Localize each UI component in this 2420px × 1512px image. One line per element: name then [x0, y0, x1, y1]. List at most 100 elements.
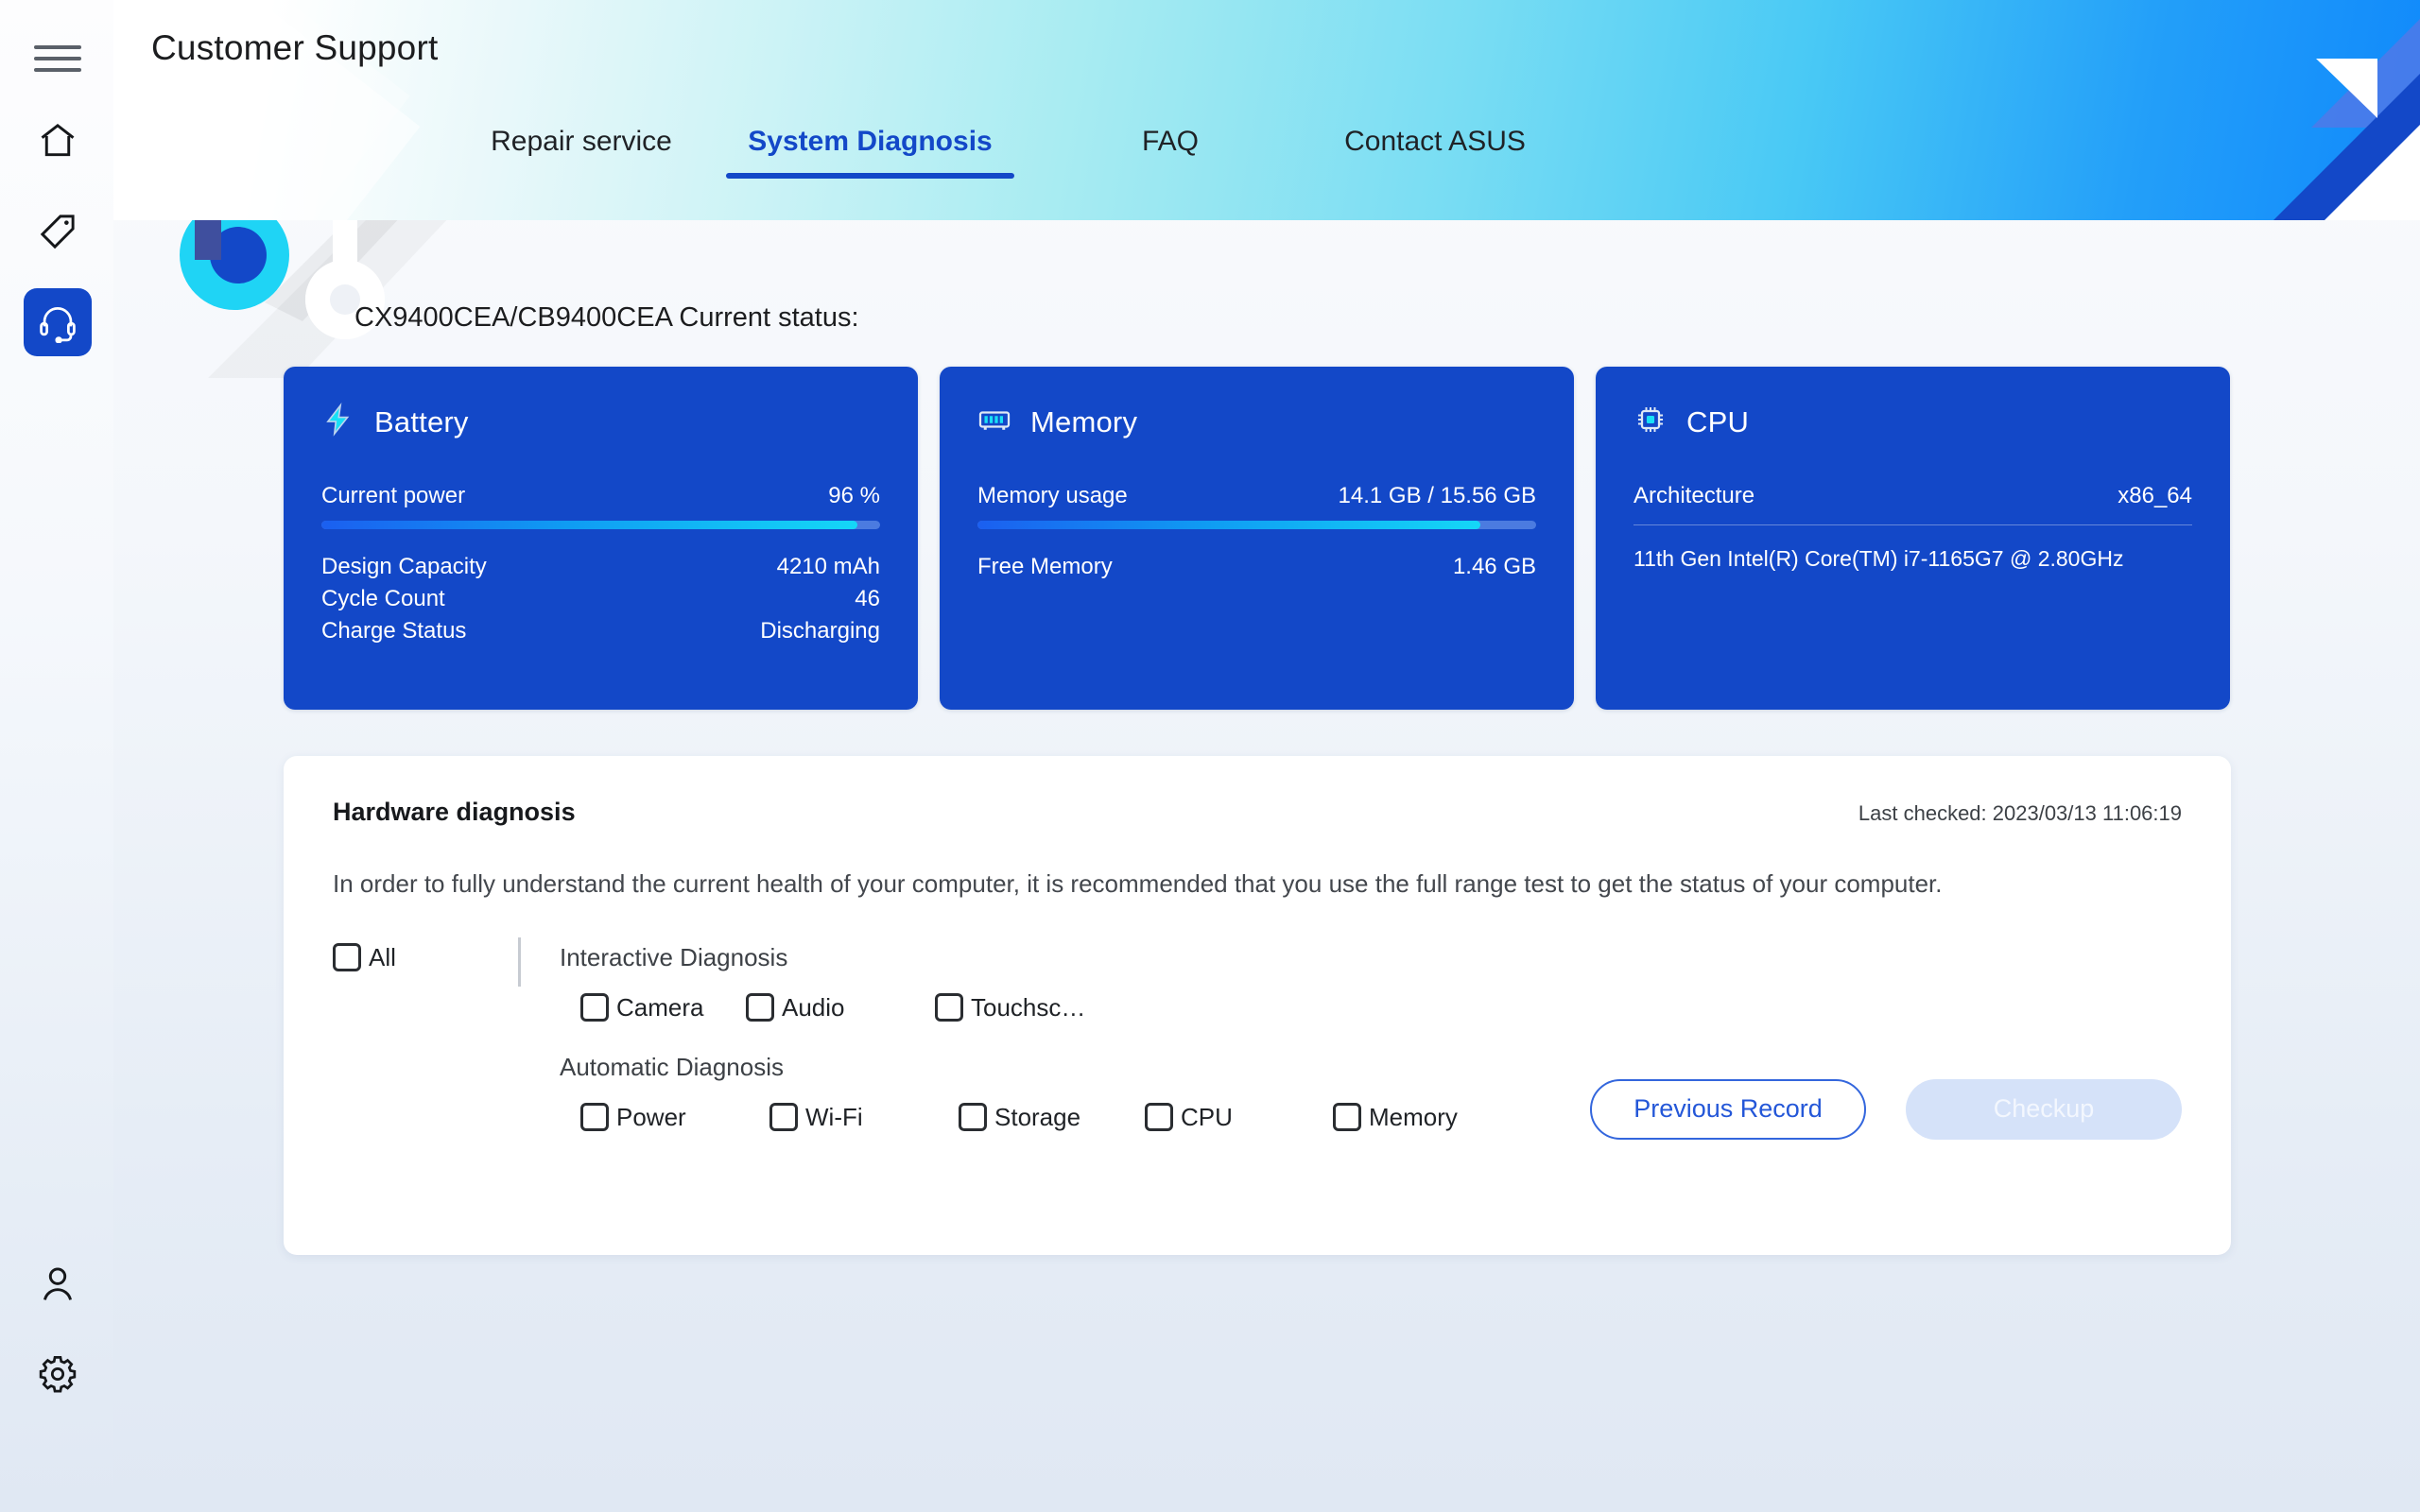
memory-progress-fill [977, 521, 1480, 529]
gear-icon [37, 1353, 78, 1395]
battery-cycle-count-value: 46 [855, 586, 880, 611]
user-icon [37, 1263, 78, 1304]
memory-progress-bar [977, 521, 1536, 529]
sidebar-item-settings[interactable] [24, 1340, 92, 1408]
bolt-icon [321, 403, 355, 441]
cpu-architecture-value: x86_64 [2118, 483, 2192, 508]
tag-icon [37, 211, 78, 252]
memory-card-title: Memory [1030, 404, 1138, 438]
label-memory: Memory [1369, 1102, 1458, 1131]
memory-usage-row: Memory usage 14.1 GB / 15.56 GB [977, 483, 1536, 509]
label-audio: Audio [782, 992, 845, 1022]
checkbox-audio[interactable] [746, 993, 774, 1022]
checkup-button[interactable]: Checkup [1906, 1078, 2182, 1140]
panel-title: Hardware diagnosis [333, 798, 576, 826]
memory-card: Memory Memory usage 14.1 GB / 15.56 GB F… [940, 367, 1574, 710]
checkbox-storage[interactable] [959, 1103, 987, 1132]
sidebar-item-account[interactable] [24, 1249, 92, 1317]
chip-icon [1634, 403, 1668, 441]
cpu-card-header: CPU [1634, 403, 2192, 441]
battery-card-title: Battery [374, 404, 469, 438]
previous-record-button[interactable]: Previous Record [1590, 1078, 1866, 1140]
battery-usage-value: 96 % [828, 483, 880, 508]
all-checkbox-group[interactable]: All [333, 943, 396, 972]
sidebar-item-home[interactable] [24, 107, 92, 175]
cpu-divider [1634, 524, 2192, 525]
memory-card-header: Memory [977, 403, 1536, 441]
automatic-diagnosis-title: Automatic Diagnosis [560, 1052, 784, 1081]
hamburger-icon[interactable] [34, 40, 81, 77]
checkbox-memory[interactable] [1333, 1103, 1361, 1132]
option-audio[interactable]: Audio [746, 993, 935, 1022]
option-camera[interactable]: Camera [580, 993, 746, 1022]
label-wifi: Wi-Fi [805, 1102, 863, 1131]
main-tabs[interactable]: Repair service System Diagnosis FAQ Cont… [473, 126, 1544, 179]
battery-design-capacity-label: Design Capacity [321, 554, 487, 579]
app-header: Customer Support Repair service System D… [0, 0, 2420, 220]
sidebar-item-support[interactable] [24, 288, 92, 356]
free-memory-value: 1.46 GB [1452, 554, 1536, 579]
cpu-architecture-label: Architecture [1634, 483, 1755, 508]
hardware-diagnosis-panel: Hardware diagnosis Last checked: 2023/03… [284, 756, 2231, 1255]
sidebar-item-tag[interactable] [24, 198, 92, 266]
option-touchscreen[interactable]: Touchsc… [935, 993, 1085, 1022]
battery-progress-fill [321, 521, 858, 529]
free-memory-label: Free Memory [977, 554, 1113, 579]
panel-header: Hardware diagnosis Last checked: 2023/03… [333, 798, 2182, 827]
battery-charge-status-row: Charge Status Discharging [321, 618, 880, 644]
battery-usage-row: Current power 96 % [321, 483, 880, 509]
status-cards: Battery Current power 96 % Design Capaci… [284, 367, 2231, 710]
tab-faq[interactable]: FAQ [1118, 126, 1222, 179]
checkbox-camera[interactable] [580, 993, 609, 1022]
label-storage: Storage [994, 1102, 1081, 1131]
checkbox-wifi[interactable] [769, 1103, 798, 1132]
checkbox-power[interactable] [580, 1103, 609, 1132]
diagnosis-options: All Interactive Diagnosis Camera Audio T… [333, 936, 2182, 1140]
corner-decoration [2273, 19, 2420, 220]
cpu-card: CPU Architecture x86_64 11th Gen Intel(R… [1596, 367, 2230, 710]
battery-card-header: Battery [321, 403, 880, 441]
cpu-architecture-row: Architecture x86_64 [1634, 483, 2192, 509]
vertical-divider [518, 936, 521, 987]
tab-system-diagnosis[interactable]: System Diagnosis [726, 126, 1014, 179]
memory-usage-label: Memory usage [977, 483, 1128, 508]
page-title: Customer Support [151, 28, 439, 67]
panel-description: In order to fully understand the current… [333, 869, 1943, 898]
tab-contact-asus[interactable]: Contact ASUS [1326, 126, 1544, 179]
memory-usage-value: 14.1 GB / 15.56 GB [1338, 483, 1536, 508]
battery-charge-status-value: Discharging [760, 618, 880, 644]
option-power[interactable]: Power [580, 1103, 769, 1132]
checkbox-cpu[interactable] [1145, 1103, 1173, 1132]
label-camera: Camera [616, 992, 704, 1022]
cpu-model-text: 11th Gen Intel(R) Core(TM) i7-1165G7 @ 2… [1634, 546, 2124, 571]
free-memory-row: Free Memory 1.46 GB [977, 554, 1536, 580]
option-wifi[interactable]: Wi-Fi [769, 1103, 959, 1132]
checkbox-touchscreen[interactable] [935, 993, 963, 1022]
checkbox-all-label: All [369, 942, 396, 971]
cpu-card-title: CPU [1686, 404, 1750, 438]
option-storage[interactable]: Storage [959, 1103, 1145, 1132]
ram-icon [977, 403, 1011, 441]
left-sidebar [0, 0, 113, 1512]
battery-usage-label: Current power [321, 483, 466, 508]
battery-design-capacity-value: 4210 mAh [776, 554, 880, 579]
interactive-diagnosis-title: Interactive Diagnosis [560, 942, 788, 971]
option-cpu[interactable]: CPU [1145, 1103, 1333, 1132]
home-icon [37, 120, 78, 162]
checkbox-all[interactable] [333, 943, 361, 972]
label-cpu: CPU [1181, 1102, 1233, 1131]
battery-card: Battery Current power 96 % Design Capaci… [284, 367, 918, 710]
battery-progress-bar [321, 521, 880, 529]
label-touchscreen: Touchsc… [971, 992, 1086, 1022]
label-power: Power [616, 1102, 686, 1131]
battery-design-capacity-row: Design Capacity 4210 mAh [321, 554, 880, 580]
battery-cycle-count-label: Cycle Count [321, 586, 445, 611]
current-status-line: CX9400CEA/CB9400CEA Current status: [354, 302, 859, 333]
interactive-options-row: Camera Audio Touchsc… [580, 993, 2182, 1022]
last-checked-text: Last checked: 2023/03/13 11:06:19 [1858, 801, 2182, 825]
panel-actions: Previous Record Checkup [1590, 1078, 2182, 1140]
tab-repair-service[interactable]: Repair service [473, 126, 690, 179]
battery-charge-status-label: Charge Status [321, 618, 467, 644]
headset-icon [37, 301, 78, 343]
option-memory[interactable]: Memory [1333, 1103, 1458, 1132]
